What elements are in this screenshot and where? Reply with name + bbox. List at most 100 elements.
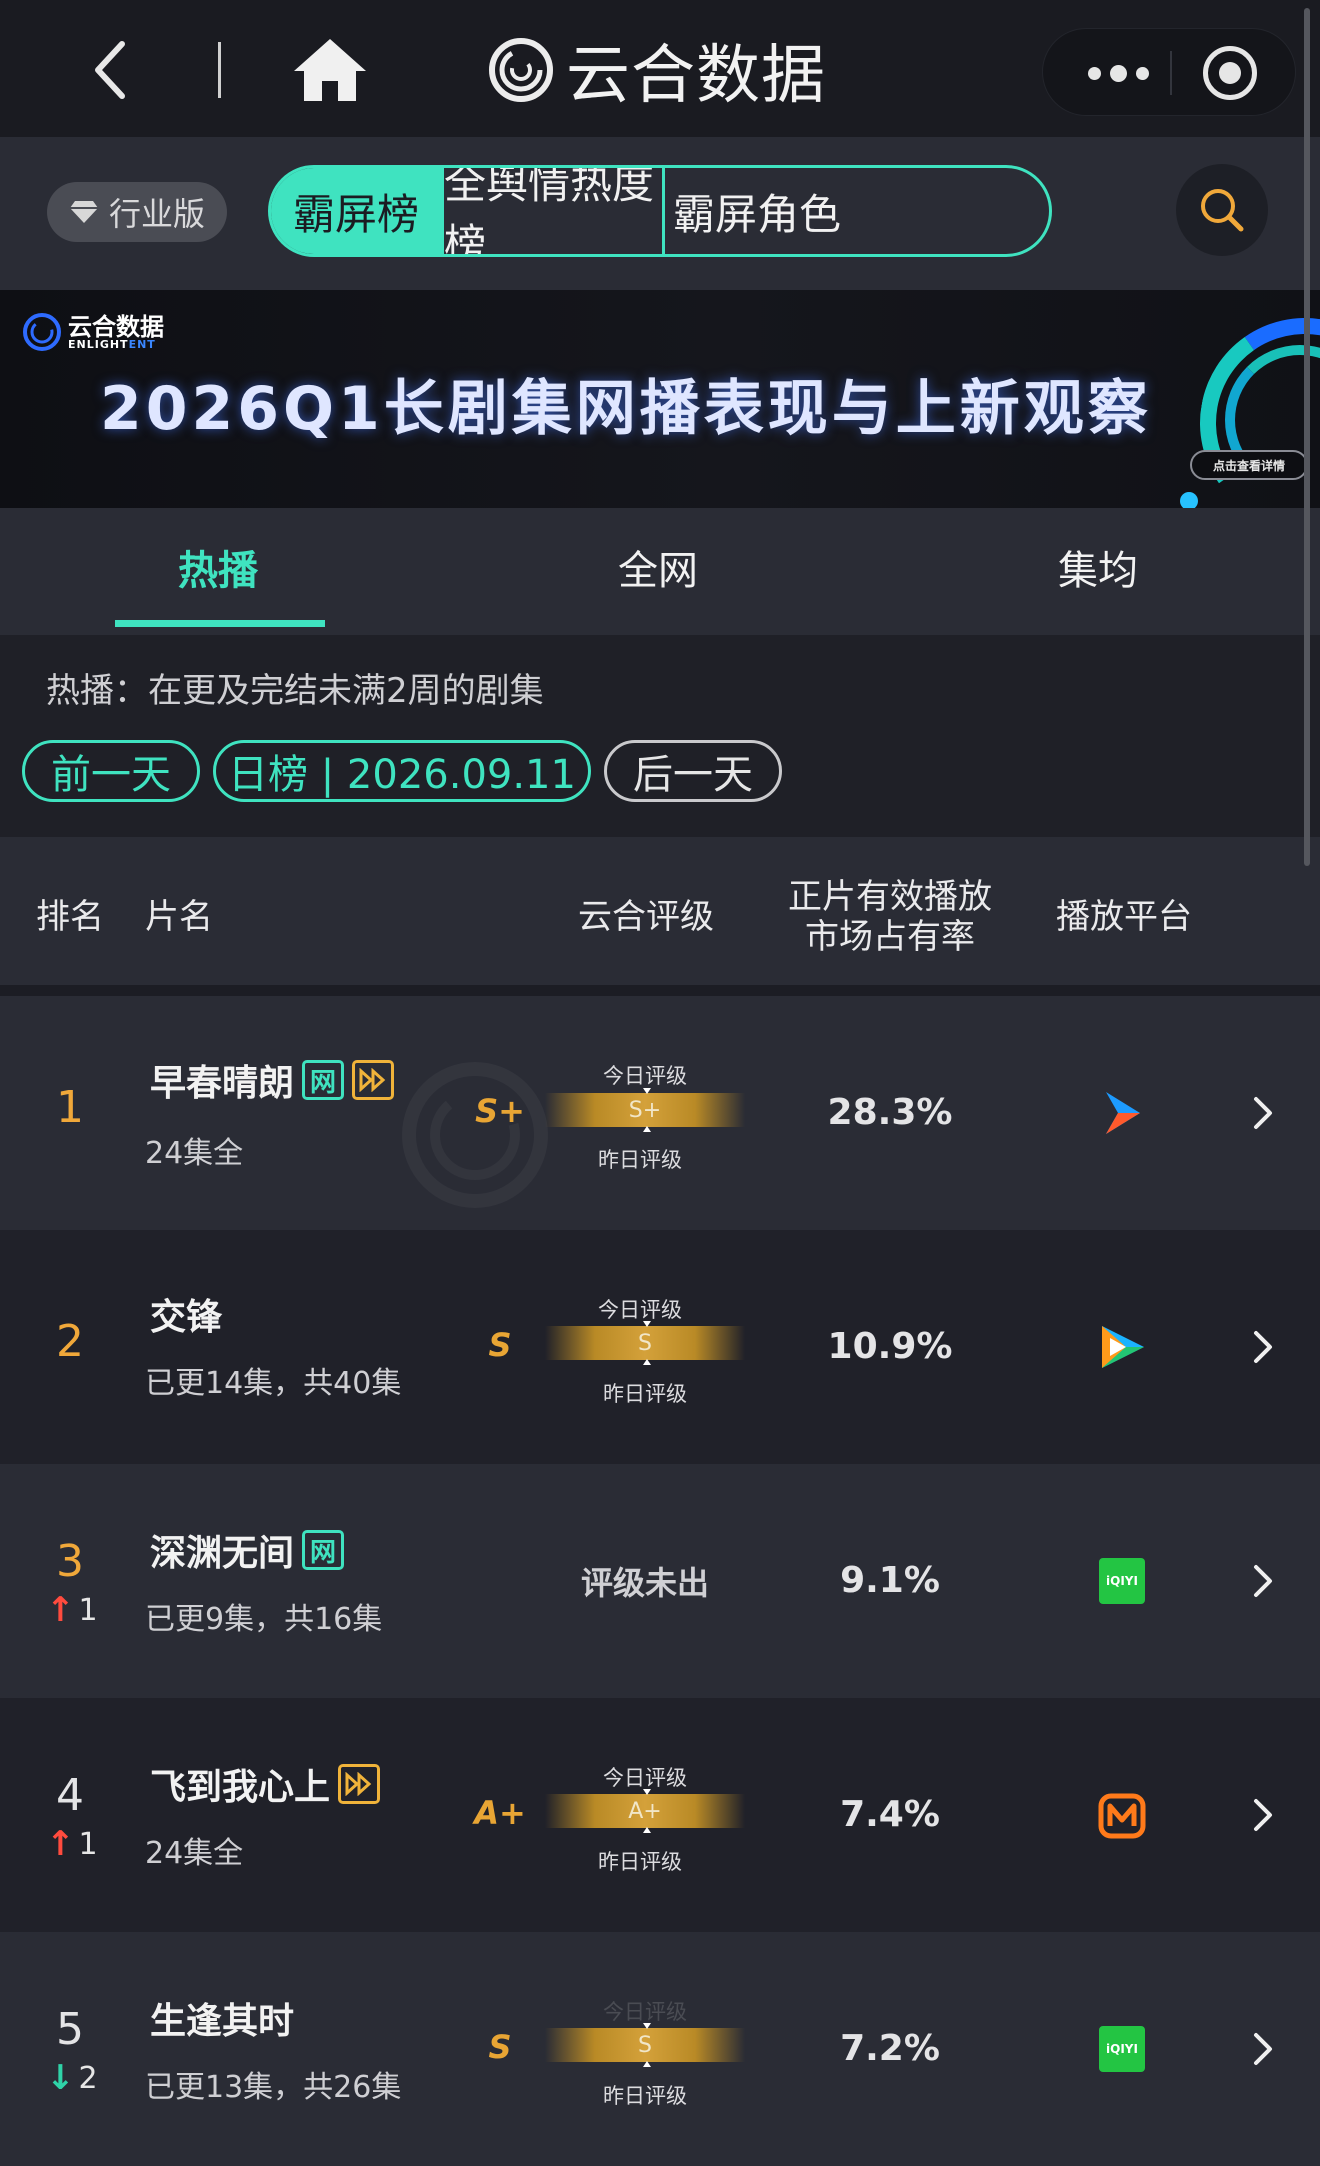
episode-status: 24集全 [145,1136,244,1171]
edition-label: 行业版 [108,195,205,233]
table-row[interactable]: 3 ↑ 1 深渊无间 网 已更9集，共16集 评级未出 9.1% iQIYI [0,1464,1320,1698]
chevron-right-icon [1254,1097,1272,1129]
next-day-button[interactable]: 后一天 [604,740,782,802]
app-title: 云合数据 [488,28,826,113]
tab-sentiment-heat[interactable]: 全舆情热度榜 [444,168,665,254]
active-tab-indicator [115,620,325,627]
home-button[interactable] [290,35,370,105]
drama-title-text: 交锋 [150,1297,223,1338]
tencent-video-icon [1094,1319,1150,1375]
table-row[interactable]: 1 早春晴朗 网 24集全 S+ 今日评级 S+ 昨日评级 28.3% [0,996,1320,1230]
app-page: 云合数据 行业版 霸屏榜 全舆情热度榜 霸屏角色 云合数据 ENLIGHTENT… [0,0,1320,2166]
rank-change-value: 2 [78,2060,98,2096]
rank-number: 5 [56,2004,84,2055]
iqiyi-logo: iQIYI [1099,1558,1145,1604]
ranking-type-tabs: 霸屏榜 全舆情热度榜 霸屏角色 [268,165,1052,257]
today-grade-caption: 今日评级 [603,2000,687,2024]
promo-banner[interactable]: 云合数据 ENLIGHTENT 2026Q1长剧集网播表现与上新观察 点击查看详… [0,290,1320,508]
rank-change: ↑ 1 [46,1824,98,1864]
drama-title: 深渊无间 网 [150,1524,345,1576]
grade-bar: S [545,1321,745,1365]
tab-per-episode[interactable]: 集均 [1058,538,1138,596]
tab-dominant-roles[interactable]: 霸屏角色 [665,168,849,254]
table-row[interactable]: 4 ↑ 1 飞到我心上 24集全 A+ 今日评级 A+ 昨日评级 7.4% [0,1698,1320,1932]
yesterday-grade-caption: 昨日评级 [598,1850,682,1874]
episode-status: 24集全 [145,1836,244,1871]
grade-bar: S+ [545,1088,745,1132]
drama-title-text: 早春晴朗 [150,1063,295,1104]
table-row[interactable]: 5 ↓ 2 生逢其时 已更13集，共26集 S 今日评级 S 昨日评级 7.2%… [0,1932,1320,2166]
chevron-right-icon [1254,1799,1272,1831]
drama-title-text: 飞到我心上 [150,1767,331,1808]
market-share: 7.2% [840,2028,940,2069]
scrollbar[interactable] [1304,8,1310,866]
arrow-up-icon: ↑ [46,1590,75,1630]
chevron-right-icon [1254,1565,1272,1597]
date-picker-button[interactable]: 日榜 | 2026.09.11 [213,740,591,802]
market-share: 10.9% [827,1326,953,1367]
market-share: 28.3% [827,1092,953,1133]
mango-tv-icon [1094,1787,1150,1843]
today-grade-caption: 今日评级 [603,1064,687,1088]
chevron-left-icon [95,41,125,99]
arrow-down-icon: ↓ [46,2058,75,2098]
more-button[interactable] [1073,29,1163,117]
youku-icon [1094,1085,1150,1141]
enlightent-logo-icon [489,38,553,102]
chevron-right-icon [1254,1331,1272,1363]
iqiyi-icon: iQIYI [1094,2021,1150,2077]
episode-status: 已更14集，共40集 [145,1366,402,1401]
banner-headline: 2026Q1长剧集网播表现与上新观察 [100,374,1152,444]
drama-title-text: 深渊无间 [150,1533,295,1574]
banner-logo-en-b: ENT [128,337,156,351]
banner-logo-en-a: ENLIGHT [68,337,129,351]
header-title: 片名 [145,897,213,937]
play-tag-icon [352,1060,395,1100]
grade-not-available: 评级未出 [580,1564,709,1602]
rank-number: 1 [56,1082,84,1133]
grade-letter: S+ [475,1092,525,1130]
yesterday-grade-caption: 昨日评级 [603,1382,687,1406]
rank-change: ↑ 1 [46,1590,98,1630]
grade-bar: A+ [545,1789,745,1833]
top-navbar: 云合数据 [0,0,1320,137]
ranking-description: 热播：在更及完结未满2周的剧集 [46,671,544,711]
today-grade-caption: 今日评级 [598,1298,682,1322]
episode-status: 已更13集，共26集 [145,2070,402,2105]
grade-letter: S [488,2028,512,2066]
drama-title: 早春晴朗 网 [150,1054,395,1106]
market-share: 7.4% [840,1794,940,1835]
drama-title-text: 生逢其时 [150,2001,295,2042]
nav-divider [218,42,221,98]
play-tag-icon [338,1764,381,1804]
tab-all-network[interactable]: 全网 [618,538,698,596]
header-platform: 播放平台 [1056,897,1192,937]
rank-change: ↓ 2 [46,2058,98,2098]
edition-badge[interactable]: 行业版 [47,182,227,242]
yesterday-grade-caption: 昨日评级 [598,1148,682,1172]
banner-logo-cn: 云合数据 [68,312,164,341]
back-button[interactable] [80,30,140,110]
drama-title: 生逢其时 [150,1992,294,2044]
tab-screen-dominance[interactable]: 霸屏榜 [271,168,444,254]
tab-hot-airing[interactable]: 热播 [178,538,258,596]
header-grade: 云合评级 [578,897,714,937]
table-row[interactable]: 2 交锋 已更14集，共40集 S 今日评级 S 昨日评级 10.9% [0,1230,1320,1464]
prev-day-button[interactable]: 前一天 [22,740,200,802]
web-drama-tag: 网 [302,1060,345,1100]
banner-cta-button[interactable]: 点击查看详情 [1190,450,1308,480]
home-icon [294,39,366,101]
more-dots-icon [1087,66,1101,80]
more-dots-icon [1135,66,1149,80]
iqiyi-logo: iQIYI [1099,2026,1145,2072]
table-header: 排名 片名 云合评级 正片有效播放 市场占有率 播放平台 [0,837,1320,985]
close-mini-program-button[interactable] [1203,46,1257,100]
rank-number: 4 [56,1770,84,1821]
ranking-tabbar: 行业版 霸屏榜 全舆情热度榜 霸屏角色 [0,137,1320,290]
capsule-divider [1170,51,1172,95]
rank-number: 3 [56,1536,84,1587]
search-icon [1201,189,1244,232]
app-title-text: 云合数据 [566,39,826,113]
search-button[interactable] [1176,164,1268,256]
web-drama-tag: 网 [302,1530,345,1570]
